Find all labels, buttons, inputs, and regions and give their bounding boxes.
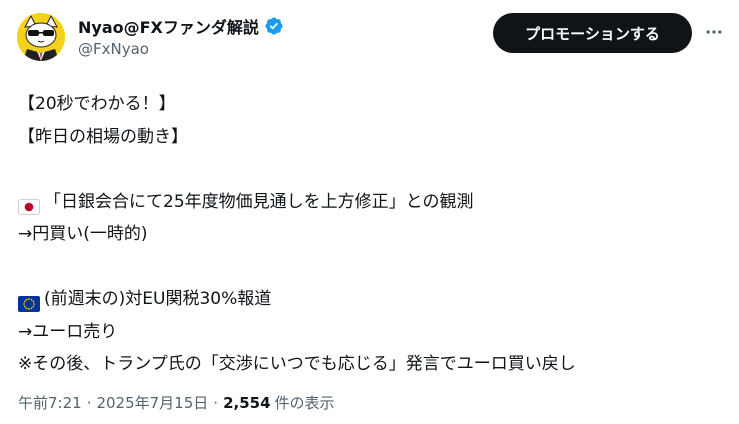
more-horizontal-icon[interactable] — [702, 20, 726, 44]
tweet-line: 「日銀会合にて25年度物価見通しを上方修正」との観測 — [18, 186, 728, 219]
author-display-name[interactable]: Nyao@FXファンダ解説 — [78, 14, 259, 38]
promote-button[interactable]: プロモーションする — [493, 13, 692, 53]
japan-flag-icon — [18, 194, 40, 215]
tweet-line: (前週末の)対EU関税30%報道 — [18, 283, 728, 316]
views-label[interactable]: 件の表示 — [275, 392, 335, 413]
eu-flag-icon — [18, 291, 40, 313]
tweet-date[interactable]: 2025年7月15日 — [96, 392, 208, 413]
tweet-meta: 午前7:21 · 2025年7月15日 · 2,554 件の表示 — [18, 392, 335, 413]
verified-badge-icon[interactable] — [264, 16, 284, 36]
tweet-line: →円買い(一時的) — [18, 224, 148, 244]
avatar[interactable] — [17, 13, 65, 61]
meta-separator: · — [86, 393, 92, 412]
cat-avatar-icon — [17, 13, 65, 61]
tweet-line: →ユーロ売り — [18, 321, 118, 342]
tweet-text: 【20秒でわかる！】 【昨日の相場の動き】 「日銀会合にて25年度物価見通しを上… — [18, 88, 728, 381]
tweet-line: ※その後、トランプ氏の「交渉にいつでも応じる」発言でユーロ買い戻し — [18, 354, 576, 374]
author-name-row: Nyao@FXファンダ解説 — [78, 15, 284, 37]
tweet-line: 【昨日の相場の動き】 — [18, 126, 188, 147]
views-count[interactable]: 2,554 — [223, 394, 270, 412]
author-handle[interactable]: @FxNyao — [78, 40, 149, 58]
tweet-line-text: 「日銀会合にて25年度物価見通しを上方修正」との観測 — [44, 191, 474, 212]
tweet-line: 【20秒でわかる！】 — [18, 94, 176, 114]
meta-separator: · — [213, 393, 219, 412]
tweet-time[interactable]: 午前7:21 — [18, 392, 82, 413]
tweet-line-text: (前週末の)対EU関税30%報道 — [44, 289, 272, 309]
